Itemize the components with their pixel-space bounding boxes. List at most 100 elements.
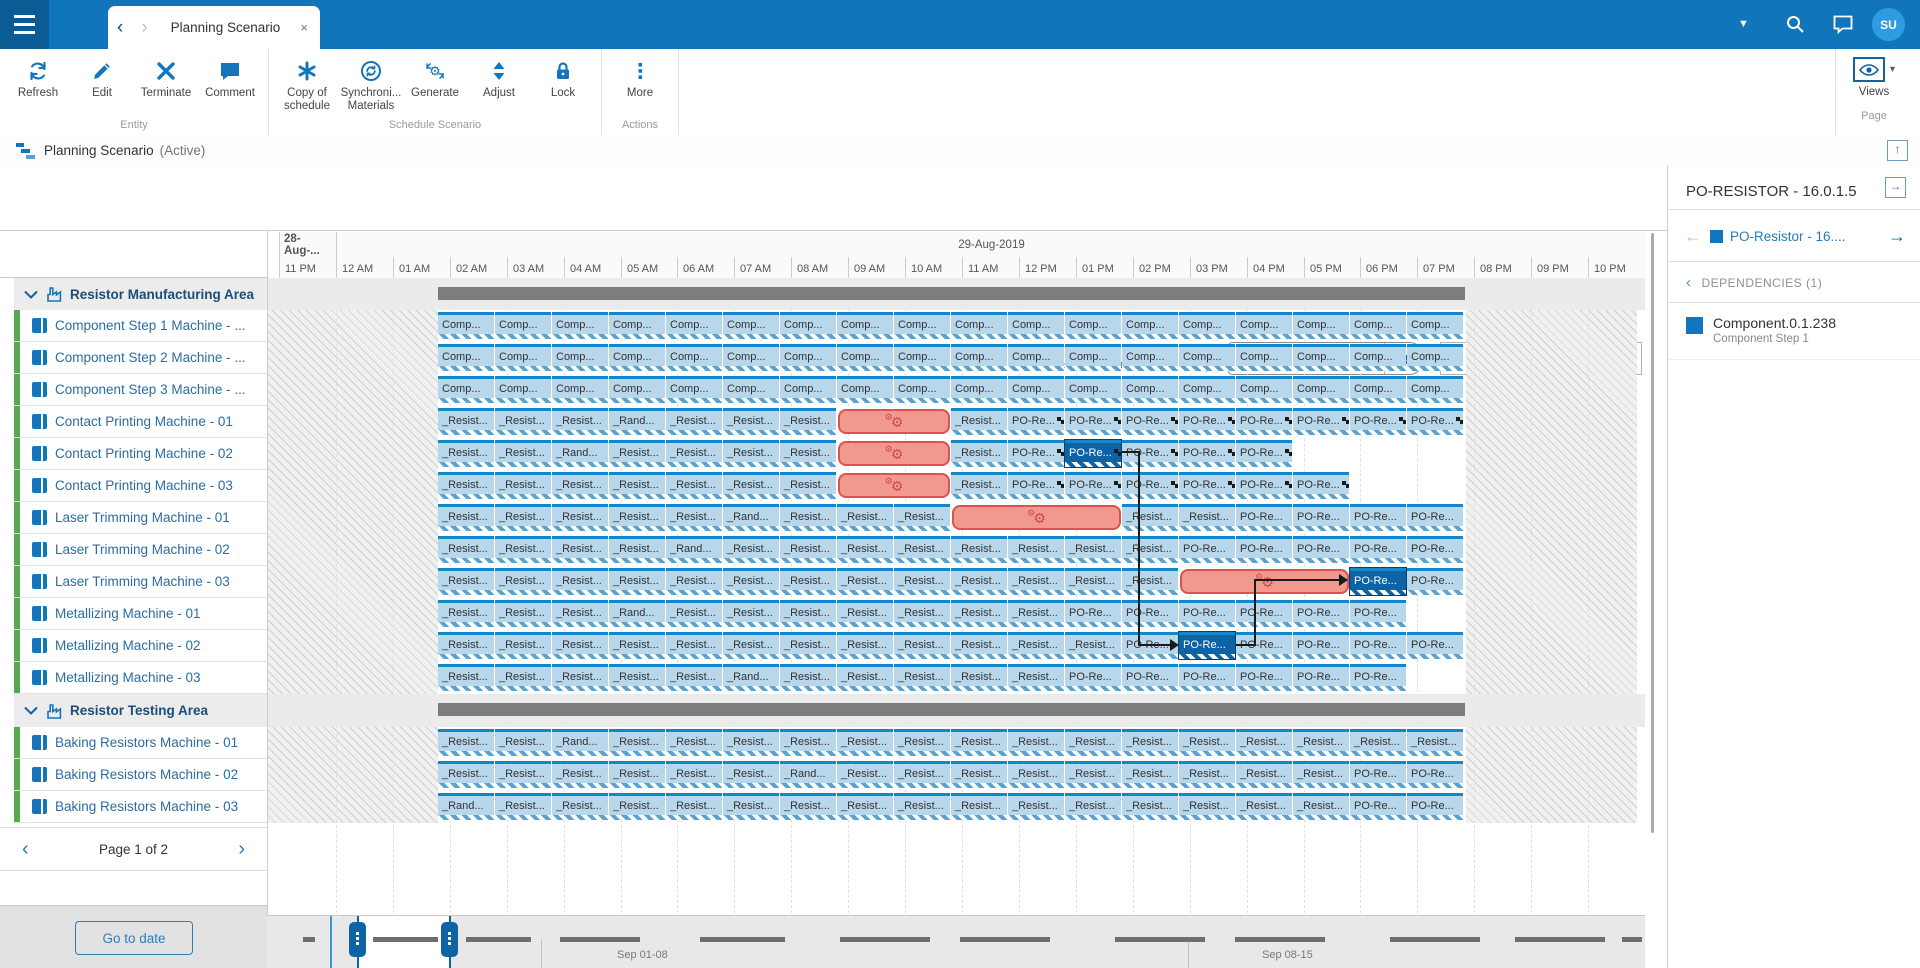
task-bar[interactable]: _Resist... <box>837 761 893 788</box>
task-bar[interactable]: _Resist... <box>723 632 779 659</box>
task-bar[interactable]: Comp... <box>666 312 722 339</box>
task-bar[interactable]: Comp... <box>552 344 608 371</box>
task-bar[interactable]: _Resist... <box>1065 793 1121 820</box>
task-bar[interactable]: _Resist... <box>1008 568 1064 595</box>
task-bar[interactable]: _Resist... <box>609 632 665 659</box>
po-task-bar[interactable]: PO-Re... <box>1407 504 1463 531</box>
task-bar[interactable]: _Resist... <box>1407 729 1463 756</box>
toolbar-button-copy-of-schedule[interactable]: Copy of schedule <box>275 53 339 117</box>
user-avatar[interactable]: SU <box>1872 8 1905 41</box>
task-bar[interactable]: Comp... <box>1350 344 1406 371</box>
task-bar[interactable]: _Resist... <box>1065 632 1121 659</box>
po-task-bar[interactable]: PO-Re... <box>1122 664 1178 691</box>
toolbar-button-terminate[interactable]: Terminate <box>134 53 198 117</box>
task-bar[interactable]: _Resist... <box>894 600 950 627</box>
task-bar[interactable]: _Resist... <box>1122 504 1178 531</box>
po-task-bar[interactable]: PO-Re... <box>1350 632 1406 659</box>
po-task-bar[interactable]: PO-Re... <box>1407 536 1463 563</box>
task-bar[interactable]: _Resist... <box>666 729 722 756</box>
task-bar[interactable]: _Resist... <box>666 793 722 820</box>
task-bar[interactable]: Comp... <box>1236 376 1292 403</box>
task-bar[interactable]: _Resist... <box>1179 504 1235 531</box>
nav-prev-arrow-icon[interactable]: ← <box>1668 226 1710 247</box>
task-bar[interactable]: _Resist... <box>837 504 893 531</box>
task-bar[interactable]: _Resist... <box>495 761 551 788</box>
task-bar[interactable]: _Resist... <box>666 632 722 659</box>
task-bar[interactable]: Comp... <box>723 312 779 339</box>
tree-item-machine[interactable]: Component Step 2 Machine - ... <box>14 342 267 374</box>
po-task-bar[interactable]: PO-Re... <box>1236 440 1292 467</box>
task-bar[interactable]: _Resist... <box>1350 729 1406 756</box>
task-bar[interactable]: _Resist... <box>837 793 893 820</box>
po-task-bar[interactable]: PO-Re... <box>1350 664 1406 691</box>
toolbar-button-comment[interactable]: Comment <box>198 53 262 117</box>
task-bar[interactable]: _Resist... <box>495 568 551 595</box>
po-task-bar[interactable]: PO-Re... <box>1350 761 1406 788</box>
task-bar[interactable]: _Resist... <box>609 664 665 691</box>
task-bar[interactable]: Comp... <box>666 376 722 403</box>
tree-item-machine[interactable]: Metallizing Machine - 01 <box>14 598 267 630</box>
task-bar[interactable]: _Resist... <box>438 600 494 627</box>
task-bar[interactable]: Comp... <box>438 312 494 339</box>
tree-item-machine[interactable]: Laser Trimming Machine - 03 <box>14 566 267 598</box>
setup-task-bar[interactable]: ⚙⚙ <box>838 441 950 466</box>
task-bar[interactable]: Comp... <box>1350 376 1406 403</box>
task-bar[interactable]: _Resist... <box>1122 761 1178 788</box>
timeline-scroller[interactable]: Sep 01-08 Sep 08-15 <box>267 915 1645 968</box>
range-start-handle[interactable] <box>349 922 366 957</box>
tree-item-machine[interactable]: Contact Printing Machine - 03 <box>14 470 267 502</box>
task-bar[interactable]: Comp... <box>894 344 950 371</box>
po-task-bar[interactable]: PO-Re... <box>1407 632 1463 659</box>
task-bar[interactable]: _Resist... <box>894 729 950 756</box>
tree-item-machine[interactable]: Baking Resistors Machine - 02 <box>14 759 267 791</box>
go-to-date-button[interactable]: Go to date <box>75 921 193 955</box>
task-bar[interactable]: _Resist... <box>1008 632 1064 659</box>
search-white-icon[interactable] <box>1784 13 1806 35</box>
task-bar[interactable]: _Rand... <box>438 793 494 820</box>
task-bar[interactable]: _Rand... <box>609 408 665 435</box>
task-bar[interactable]: _Resist... <box>438 408 494 435</box>
task-bar[interactable]: _Resist... <box>837 729 893 756</box>
task-bar[interactable]: Comp... <box>1293 312 1349 339</box>
task-bar[interactable]: Comp... <box>1179 312 1235 339</box>
toolbar-button-more[interactable]: More <box>608 53 672 117</box>
task-bar[interactable]: _Resist... <box>780 568 836 595</box>
task-bar[interactable]: _Resist... <box>609 504 665 531</box>
task-bar[interactable]: _Resist... <box>1122 729 1178 756</box>
dependency-list-item[interactable]: Component.0.1.238Component Step 1 <box>1668 303 1920 360</box>
toolbar-button-generate[interactable]: ⚙Generate <box>403 53 467 117</box>
task-bar[interactable]: Comp... <box>609 344 665 371</box>
task-bar[interactable]: _Resist... <box>837 632 893 659</box>
task-bar[interactable]: Comp... <box>609 376 665 403</box>
tree-item-machine[interactable]: Baking Resistors Machine - 01 <box>14 727 267 759</box>
po-task-bar[interactable]: PO-Re... <box>1293 536 1349 563</box>
task-bar[interactable]: _Resist... <box>609 793 665 820</box>
po-task-bar[interactable]: PO-Re... <box>1407 761 1463 788</box>
task-bar[interactable]: _Resist... <box>723 729 779 756</box>
tree-item-machine[interactable]: Contact Printing Machine - 02 <box>14 438 267 470</box>
task-bar[interactable]: _Resist... <box>1008 793 1064 820</box>
task-bar[interactable]: _Resist... <box>495 472 551 499</box>
topbar-dropdown-caret-icon[interactable]: ▼ <box>1738 18 1749 30</box>
tree-group-resistor-manufacturing-area[interactable]: Resistor Manufacturing Area <box>14 278 267 310</box>
task-bar[interactable]: _Resist... <box>1179 729 1235 756</box>
task-bar[interactable]: Comp... <box>552 312 608 339</box>
task-bar[interactable]: Comp... <box>1407 344 1463 371</box>
task-bar[interactable]: _Resist... <box>894 632 950 659</box>
task-bar[interactable]: _Resist... <box>438 664 494 691</box>
back-chevron-icon[interactable]: ‹ <box>108 18 132 37</box>
task-bar[interactable]: _Resist... <box>552 504 608 531</box>
next-page-chevron-icon[interactable]: › <box>216 838 267 861</box>
setup-task-bar[interactable]: ⚙⚙ <box>1180 569 1349 594</box>
po-task-bar[interactable]: PO-Re... <box>1236 408 1292 435</box>
chat-icon[interactable] <box>1832 13 1854 35</box>
task-bar[interactable]: _Resist... <box>1122 793 1178 820</box>
po-task-bar[interactable]: PO-Re... <box>1122 472 1178 499</box>
task-bar[interactable]: Comp... <box>495 312 551 339</box>
task-bar[interactable]: _Resist... <box>552 632 608 659</box>
task-bar[interactable]: Comp... <box>609 312 665 339</box>
task-bar[interactable]: Comp... <box>1350 312 1406 339</box>
tree-item-machine[interactable]: Metallizing Machine - 02 <box>14 630 267 662</box>
task-bar[interactable]: _Resist... <box>495 408 551 435</box>
chevron-down-icon[interactable] <box>24 706 38 715</box>
